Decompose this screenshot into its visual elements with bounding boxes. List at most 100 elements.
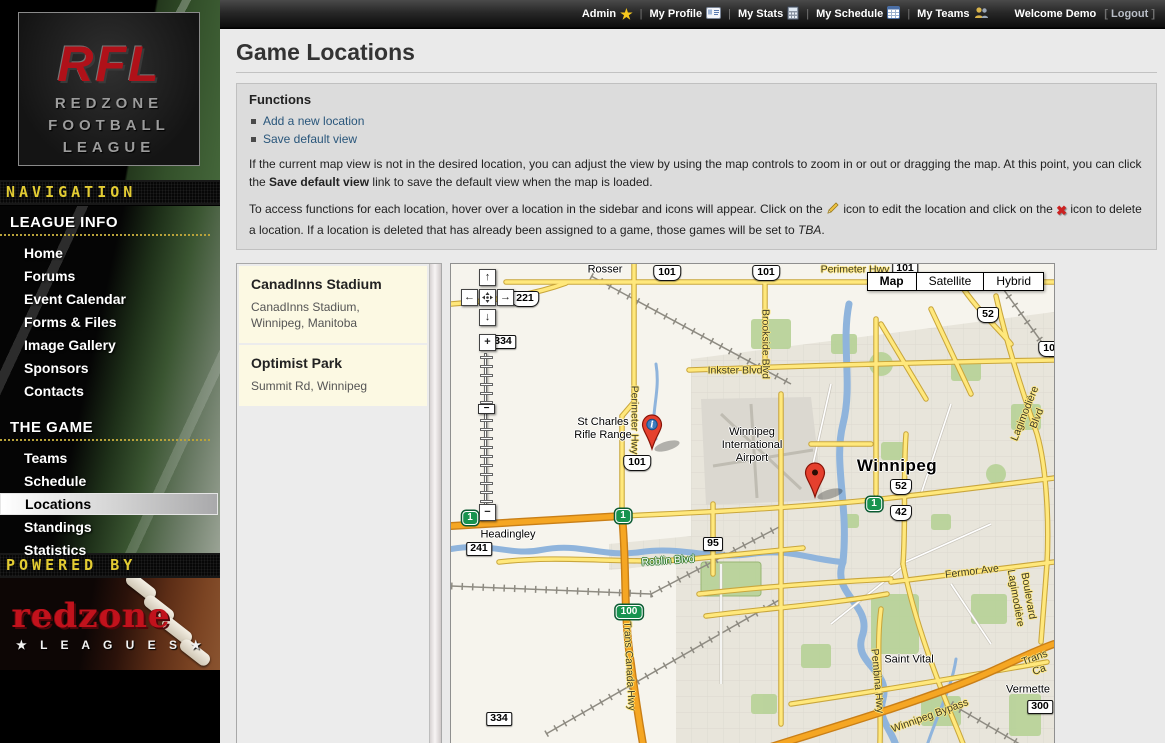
zoom-tick	[480, 383, 493, 386]
map-type-button-map[interactable]: Map	[867, 272, 917, 291]
zoom-tick	[480, 437, 493, 440]
link-add-a-new-location[interactable]: Add a new location	[263, 114, 364, 128]
redzone-wordmark: redzone	[12, 596, 171, 636]
topbar-item-label: My Stats	[738, 8, 783, 20]
people-icon	[974, 6, 989, 22]
para2-text: To access functions for each location, h…	[249, 202, 826, 216]
bullet-icon	[251, 119, 256, 124]
zoom-tick	[480, 455, 493, 458]
sidebar-item-sponsors[interactable]: Sponsors	[0, 357, 220, 379]
league-logo-line: LEAGUE	[19, 137, 199, 159]
topbar-separator: |	[806, 8, 809, 20]
logout-link[interactable]: Logout	[1111, 8, 1148, 20]
locations-list: CanadInns StadiumCanadInns Stadium, Winn…	[239, 266, 427, 409]
main-content: Game Locations Functions Add a new locat…	[220, 29, 1165, 743]
topbar-item-my-profile[interactable]: My Profile	[650, 7, 722, 22]
zoom-tick	[480, 464, 493, 467]
map-canvas[interactable]: RosserPerimeter HwyBrookside BlvdInkster…	[450, 263, 1055, 743]
zoom-tick	[480, 446, 493, 449]
zoom-in-button[interactable]: +	[479, 334, 496, 351]
location-card-canadinns-stadium[interactable]: CanadInns StadiumCanadInns Stadium, Winn…	[239, 266, 427, 343]
map-marker-info[interactable]: i	[641, 413, 687, 458]
league-logo-line: REDZONE	[19, 93, 199, 115]
topbar: Admin ★ | My Profile | My Stats | My Schedule | M…	[220, 0, 1165, 29]
location-card-optimist-park[interactable]: Optimist Park Summit Rd, Winnipeg	[239, 345, 427, 406]
app-window: RFL REDZONE FOOTBALL LEAGUE NAVIGATION L…	[0, 0, 1165, 743]
sidebar-item-forums[interactable]: Forums	[0, 265, 220, 287]
topbar-item-my-schedule[interactable]: My Schedule	[816, 6, 900, 22]
function-link-row: Save default view	[251, 132, 1144, 146]
pan-down-button[interactable]: ↓	[479, 309, 496, 326]
sidebar-item-forms-files[interactable]: Forms & Files	[0, 311, 220, 333]
bullet-icon	[251, 137, 256, 142]
location-address: Summit Rd, Winnipeg	[251, 378, 415, 394]
sidebar-item-standings[interactable]: Standings	[0, 516, 220, 538]
zoom-tick	[480, 491, 493, 494]
pan-right-button[interactable]: →	[497, 289, 514, 306]
topbar-item-label: My Teams	[917, 8, 969, 20]
zoom-tick	[480, 356, 493, 359]
zoom-tick	[480, 419, 493, 422]
pan-left-button[interactable]: ←	[461, 289, 478, 306]
zoom-tick	[480, 392, 493, 395]
sidebar: RFL REDZONE FOOTBALL LEAGUE NAVIGATION L…	[0, 0, 220, 743]
navigation-header: NAVIGATION	[0, 180, 220, 205]
map-type-button-hybrid[interactable]: Hybrid	[984, 272, 1044, 291]
location-name: Optimist Park	[251, 355, 415, 371]
topbar-separator: |	[728, 8, 731, 20]
topbar-item-admin[interactable]: Admin ★	[582, 7, 633, 22]
sidebar-item-locations[interactable]: Locations	[0, 493, 218, 515]
pan-up-button[interactable]: ↑	[479, 269, 496, 286]
sidebar-item-teams[interactable]: Teams	[0, 447, 220, 469]
sidebar-nav: LEAGUE INFO HomeForumsEvent CalendarForms…	[0, 208, 220, 572]
columns: CanadInns StadiumCanadInns Stadium, Winn…	[236, 263, 1157, 743]
redzone-leagues-logo[interactable]: redzone ★ L E A G U E S ★	[0, 578, 220, 670]
star-icon: ★	[620, 7, 633, 22]
para2-tba: TBA	[798, 223, 821, 237]
map-base-art	[451, 264, 1054, 743]
zoom-tick	[480, 473, 493, 476]
nav-section-title-league-info: LEAGUE INFO	[0, 208, 210, 236]
link-save-default-view[interactable]: Save default view	[263, 132, 357, 146]
zoom-slider-handle[interactable]: −	[478, 404, 495, 414]
topbar-item-my-stats[interactable]: My Stats	[738, 6, 799, 23]
page-title: Game Locations	[236, 39, 1157, 73]
para2-text: .	[821, 223, 824, 237]
svg-text:i: i	[650, 420, 654, 430]
calendar-icon	[887, 6, 900, 22]
leagues-wordmark: ★ L E A G U E S ★	[16, 638, 206, 652]
profile-card-icon	[706, 7, 721, 22]
zoom-out-button[interactable]: −	[479, 504, 496, 521]
edit-pencil-icon	[826, 201, 840, 220]
zoom-tick	[480, 428, 493, 431]
location-name: CanadInns Stadium	[251, 276, 415, 292]
functions-links: Add a new location Save default view	[249, 114, 1144, 146]
locations-vertical-scrollbar[interactable]	[429, 264, 441, 743]
zoom-tick	[480, 482, 493, 485]
locations-panel: CanadInns StadiumCanadInns Stadium, Winn…	[236, 263, 442, 743]
para1-bold: Save default view	[269, 175, 369, 189]
sidebar-item-home[interactable]: Home	[0, 242, 220, 264]
nav-section-title-the-game: THE GAME	[0, 413, 210, 441]
map-marker-dot[interactable]	[804, 461, 850, 506]
league-logo-abbr: RFL	[19, 35, 199, 93]
league-logo-line: FOOTBALL	[19, 115, 199, 137]
logout-wrap: [ Logout ]	[1104, 8, 1155, 20]
topbar-item-label: My Profile	[650, 8, 703, 20]
sidebar-item-schedule[interactable]: Schedule	[0, 470, 220, 492]
topbar-separator: |	[640, 8, 643, 20]
sidebar-item-event-calendar[interactable]: Event Calendar	[0, 288, 220, 310]
topbar-item-label: Admin	[582, 8, 616, 20]
zoom-tick	[480, 365, 493, 368]
pan-center-button[interactable]	[479, 289, 496, 306]
functions-title: Functions	[249, 92, 1144, 107]
map-type-button-satellite[interactable]: Satellite	[917, 272, 985, 291]
topbar-menu: Admin ★ | My Profile | My Stats | My Schedule | M…	[582, 6, 989, 23]
sidebar-item-statistics[interactable]: Statistics	[0, 539, 220, 561]
functions-paragraph-2: To access functions for each location, h…	[249, 200, 1144, 239]
sidebar-item-image-gallery[interactable]: Image Gallery	[0, 334, 220, 356]
topbar-separator: |	[907, 8, 910, 20]
sidebar-item-contacts[interactable]: Contacts	[0, 380, 220, 402]
welcome-text: Welcome Demo	[1015, 8, 1097, 20]
topbar-item-my-teams[interactable]: My Teams	[917, 6, 988, 22]
